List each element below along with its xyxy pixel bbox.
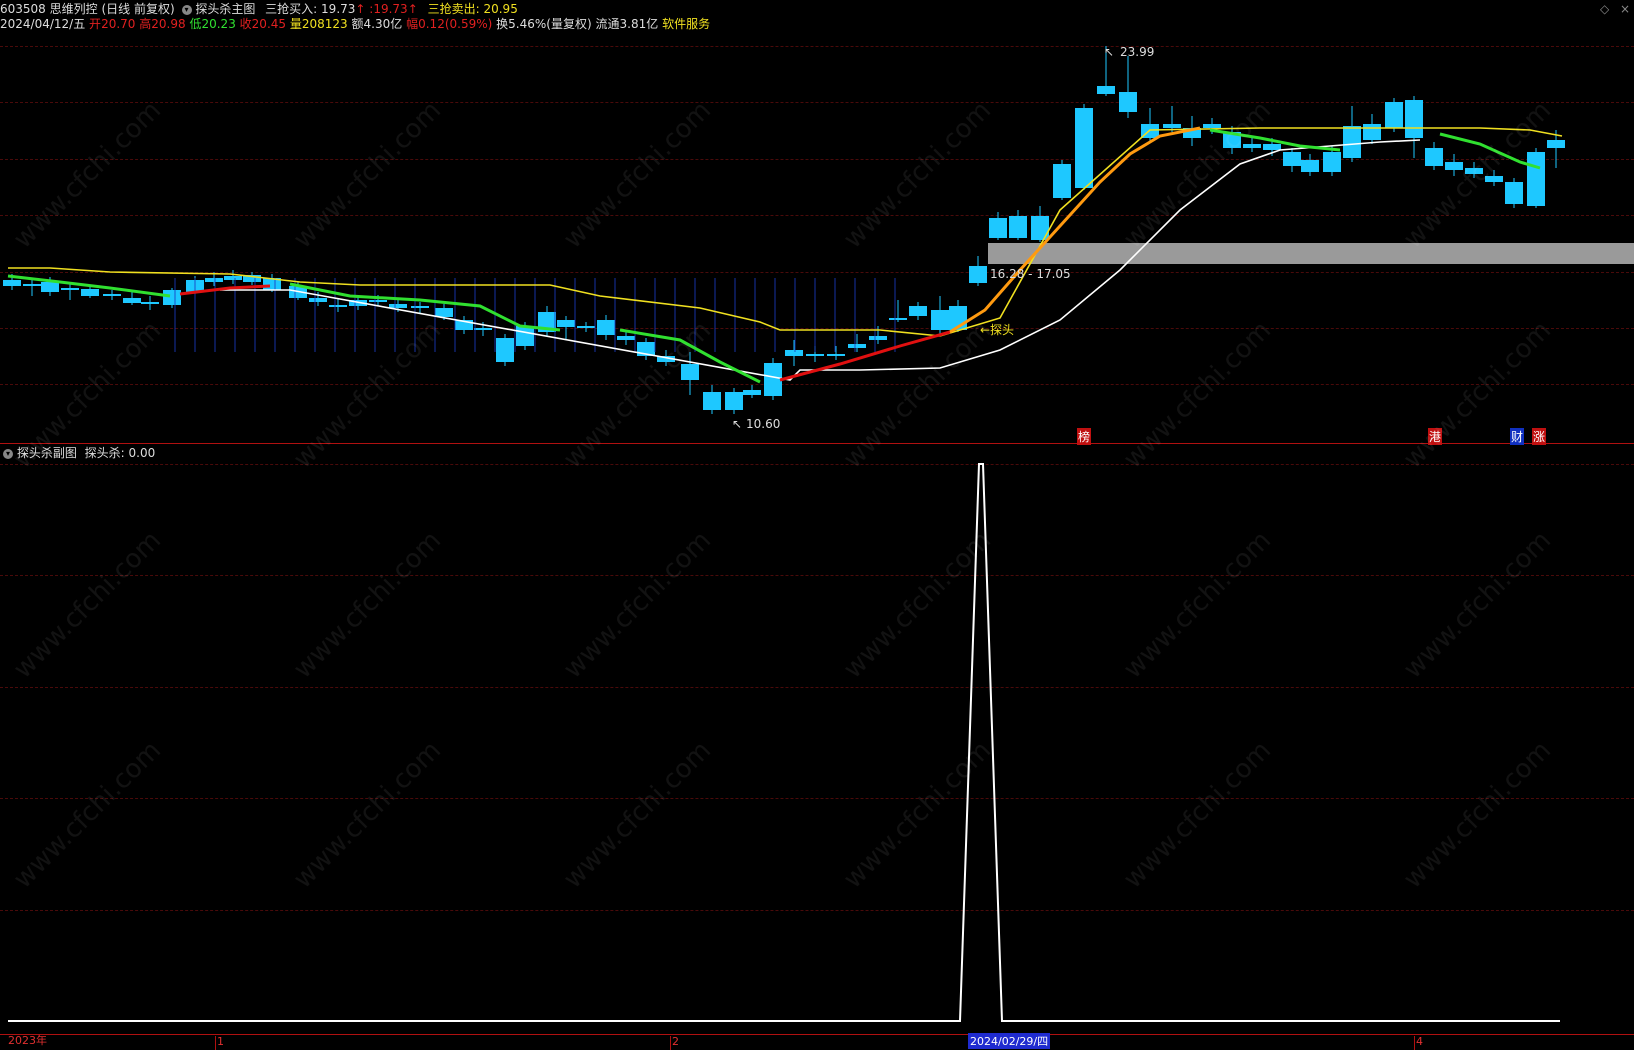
candle-body (61, 288, 79, 290)
candle-body (1323, 152, 1341, 172)
candle-body (725, 392, 743, 410)
candle-body (389, 304, 407, 308)
candle-body (1527, 152, 1545, 206)
candle-body (931, 310, 949, 330)
sub-indicator-chart[interactable] (0, 444, 1634, 1034)
candle-body (597, 320, 615, 335)
candle-body (1263, 144, 1281, 150)
candle-body (123, 298, 141, 303)
tag-cai[interactable]: 财 (1510, 428, 1525, 445)
candle-body (764, 363, 782, 396)
candle-body (329, 305, 347, 307)
candle-body (969, 266, 987, 283)
candle-body (577, 326, 595, 328)
low-arrow-icon: ↖ (732, 417, 742, 431)
candle-body (41, 282, 59, 292)
candle-body (1505, 182, 1523, 204)
xaxis-tick (1414, 1036, 1415, 1050)
candle-body (703, 392, 721, 410)
candle-body (141, 302, 159, 304)
candle-body (1301, 160, 1319, 172)
candle-body (1031, 216, 1049, 240)
probe-kill-line (8, 463, 1560, 1022)
candle-body (103, 294, 121, 296)
candle-body (1283, 152, 1301, 166)
candle-body (743, 390, 761, 395)
candle-body (1405, 100, 1423, 138)
candle-body (435, 308, 453, 317)
candle-body (1053, 164, 1071, 198)
candle-body (369, 300, 387, 302)
zone-price-label: 16.28 - 17.05 (990, 267, 1071, 281)
candle-body (889, 318, 907, 320)
candle-body (1385, 102, 1403, 128)
candle-body (806, 354, 824, 356)
candle-body (224, 276, 242, 280)
high-arrow-icon: ↖ (1104, 45, 1114, 59)
axis-separator (0, 1034, 1634, 1035)
candle-body (617, 336, 635, 340)
candle-body (1547, 140, 1565, 148)
tag-zhang[interactable]: 涨 (1532, 428, 1547, 445)
candle-body (785, 350, 803, 356)
candle-body (1445, 162, 1463, 170)
xaxis-label-jan: 1 (217, 1035, 224, 1048)
candle-body (496, 338, 514, 362)
candle-body (205, 278, 223, 282)
high-price-label: 23.99 (1120, 45, 1154, 59)
candle-body (163, 290, 181, 305)
xaxis-label-year: 2023年 (8, 1034, 47, 1047)
candle-body (309, 298, 327, 302)
candle-body (3, 280, 21, 286)
xaxis-tick (215, 1036, 216, 1050)
candle-body (411, 306, 429, 308)
candle-body (869, 336, 887, 340)
candle-body (1009, 216, 1027, 238)
cursor-date-label: 2024/02/29/四 (968, 1033, 1051, 1049)
xaxis-label-apr: 4 (1416, 1035, 1423, 1048)
xaxis-label-feb: 2 (672, 1035, 679, 1048)
candle-body (81, 289, 99, 296)
main-kline-chart[interactable]: ↖ 23.99↖ 10.6016.28 - 17.05←探头 (0, 0, 1634, 443)
candle-body (474, 328, 492, 330)
xaxis-tick (670, 1036, 671, 1050)
candle-body (1343, 126, 1361, 158)
candle-body (1075, 108, 1093, 188)
candle-body (557, 320, 575, 327)
candle-body (1203, 124, 1221, 128)
candle-body (1119, 92, 1137, 112)
candle-body (909, 306, 927, 316)
candle-body (989, 218, 1007, 238)
candle-body (1363, 124, 1381, 140)
low-price-label: 10.60 (746, 417, 780, 431)
price-zone-band (988, 243, 1634, 264)
candle-body (1163, 124, 1181, 128)
candle-body (827, 354, 845, 356)
candle-body (1425, 148, 1443, 166)
candle-body (848, 344, 866, 348)
tag-bang[interactable]: 榜 (1077, 428, 1092, 445)
candle-body (1097, 86, 1115, 94)
candle-body (516, 326, 534, 346)
candle-body (23, 284, 41, 286)
